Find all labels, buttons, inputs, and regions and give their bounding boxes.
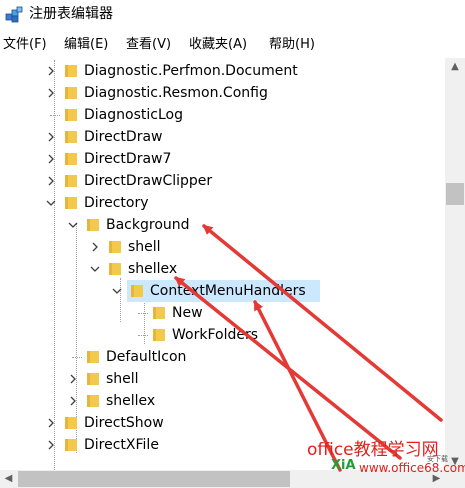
- tree-node[interactable]: DirectShow: [0, 412, 445, 434]
- tree-node[interactable]: WorkFolders: [0, 324, 445, 346]
- menu-edit[interactable]: 编辑(E): [64, 34, 108, 56]
- tree-node-label: WorkFolders: [172, 327, 259, 343]
- folder-icon: [109, 263, 121, 275]
- tree-node-label: DefaultIcon: [106, 349, 187, 365]
- title-bar: 注册表编辑器: [0, 0, 465, 30]
- folder-icon: [65, 109, 77, 121]
- tree-node[interactable]: Diagnostic.Perfmon.Document: [0, 60, 445, 82]
- tree-node[interactable]: DirectDraw: [0, 126, 445, 148]
- menu-favorites[interactable]: 收藏夹(A): [189, 34, 247, 56]
- tree-guide-line: [50, 115, 60, 116]
- tree-node-label: Background: [106, 217, 190, 233]
- scroll-down-arrow-icon[interactable]: ▼: [445, 453, 465, 470]
- tree-node-label: shellex: [128, 261, 178, 277]
- folder-icon: [65, 153, 77, 165]
- menu-bar: 文件(F) 编辑(E) 查看(V) 收藏夹(A) 帮助(H): [0, 34, 465, 56]
- tree-node-label: Directory: [84, 195, 149, 211]
- folder-icon: [65, 131, 77, 143]
- chevron-right-icon[interactable]: [46, 154, 56, 164]
- folder-icon: [153, 307, 165, 319]
- tree-node[interactable]: Directory: [0, 192, 445, 214]
- tree-guide-line: [138, 313, 148, 314]
- tree-node[interactable]: shellex: [0, 258, 445, 280]
- chevron-down-icon[interactable]: [90, 264, 100, 274]
- chevron-right-icon[interactable]: [46, 88, 56, 98]
- folder-icon: [65, 417, 77, 429]
- tree-node-label: shellex: [106, 393, 156, 409]
- chevron-right-icon[interactable]: [46, 66, 56, 76]
- tree-node-label: ContextMenuHandlers: [150, 283, 306, 299]
- folder-icon: [153, 329, 165, 341]
- tree-node[interactable]: shellex: [0, 390, 445, 412]
- tree-node-label: shell: [128, 239, 161, 255]
- horizontal-scroll-thumb[interactable]: [18, 471, 290, 487]
- folder-icon: [65, 65, 77, 77]
- tree-node-label: DirectDraw: [84, 129, 163, 145]
- tree-node-label: DirectXFile: [84, 437, 159, 453]
- chevron-down-icon[interactable]: [68, 220, 78, 230]
- registry-tree[interactable]: Diagnostic.Perfmon.Document Diagnostic.Re…: [0, 58, 445, 470]
- scroll-left-arrow-icon[interactable]: ◀: [0, 470, 17, 488]
- scroll-up-arrow-icon[interactable]: ▲: [445, 58, 465, 75]
- tree-node-label: Diagnostic.Perfmon.Document: [84, 63, 298, 79]
- chevron-right-icon[interactable]: [46, 440, 56, 450]
- folder-icon: [87, 373, 99, 385]
- folder-icon: [65, 197, 77, 209]
- tree-guide-line: [138, 335, 148, 336]
- folder-icon: [109, 241, 121, 253]
- window-title: 注册表编辑器: [29, 6, 113, 22]
- tree-node-label: DirectDraw7: [84, 151, 172, 167]
- chevron-right-icon[interactable]: [46, 176, 56, 186]
- folder-icon: [65, 175, 77, 187]
- tree-node-label: DirectDrawClipper: [84, 173, 213, 189]
- tree-node[interactable]: Background: [0, 214, 445, 236]
- tree-node[interactable]: shell: [0, 236, 445, 258]
- menu-help[interactable]: 帮助(H): [269, 34, 315, 56]
- horizontal-scrollbar[interactable]: ◀ ▶: [0, 470, 445, 488]
- folder-icon: [65, 87, 77, 99]
- chevron-right-icon[interactable]: [90, 242, 100, 252]
- tree-node-label: New: [172, 305, 203, 321]
- chevron-right-icon[interactable]: [46, 132, 56, 142]
- scroll-right-arrow-icon[interactable]: ▶: [428, 470, 445, 488]
- tree-node[interactable]: shell: [0, 368, 445, 390]
- chevron-right-icon[interactable]: [46, 418, 56, 428]
- tree-node-label: shell: [106, 371, 139, 387]
- tree-guide-line: [72, 357, 82, 358]
- tree-node-label: Diagnostic.Resmon.Config: [84, 85, 268, 101]
- tree-node[interactable]: New: [0, 302, 445, 324]
- chevron-right-icon[interactable]: [68, 374, 78, 384]
- tree-node[interactable]: DirectXFile: [0, 434, 445, 456]
- tree-node[interactable]: Diagnostic.Resmon.Config: [0, 82, 445, 104]
- folder-icon: [65, 439, 77, 451]
- chevron-right-icon[interactable]: [68, 396, 78, 406]
- tree-node-label: DiagnosticLog: [84, 107, 183, 123]
- scrollbar-corner: [445, 470, 465, 488]
- tree-node[interactable]: DefaultIcon: [0, 346, 445, 368]
- menu-view[interactable]: 查看(V): [126, 34, 171, 56]
- folder-icon: [87, 395, 99, 407]
- tree-node[interactable]: DirectDraw7: [0, 148, 445, 170]
- vertical-scroll-thumb[interactable]: [446, 183, 464, 205]
- tree-node-label: DirectShow: [84, 415, 164, 431]
- tree-node[interactable]: DiagnosticLog: [0, 104, 445, 126]
- tree-node[interactable]: ContextMenuHandlers: [0, 280, 445, 302]
- chevron-down-icon[interactable]: [46, 198, 56, 208]
- folder-icon: [131, 285, 143, 297]
- folder-icon: [87, 219, 99, 231]
- chevron-down-icon[interactable]: [112, 286, 122, 296]
- folder-icon: [87, 351, 99, 363]
- registry-editor-icon: [5, 6, 23, 23]
- vertical-scrollbar[interactable]: ▲ ▼: [445, 58, 465, 470]
- tree-node[interactable]: DirectDrawClipper: [0, 170, 445, 192]
- menu-file[interactable]: 文件(F): [3, 34, 47, 56]
